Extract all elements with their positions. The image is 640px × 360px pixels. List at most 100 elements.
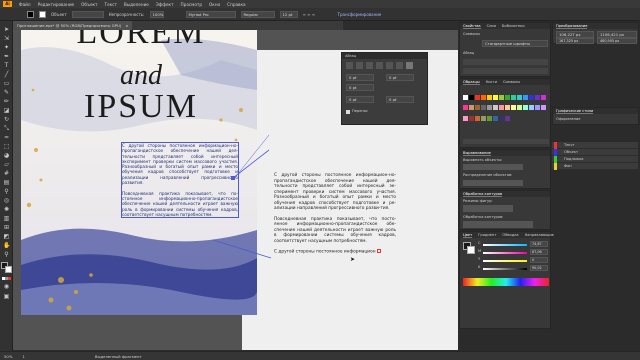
- swatch-chip[interactable]: [523, 95, 528, 100]
- layer-item-underlay[interactable]: Подложка: [552, 156, 638, 163]
- channel-slider[interactable]: [483, 252, 527, 254]
- rectangle-tool-icon[interactable]: ▭: [3, 80, 10, 87]
- transform-link[interactable]: Трансформирование: [338, 12, 382, 17]
- justify-all-icon[interactable]: [406, 62, 413, 69]
- swatch-chip[interactable]: [475, 95, 480, 100]
- align-right-icon[interactable]: [366, 62, 373, 69]
- pen-tool-icon[interactable]: ✒: [3, 53, 10, 60]
- pasteboard-text-block[interactable]: С другой стороны постоянное информацион-…: [274, 173, 396, 255]
- mesh-tool-icon[interactable]: #: [3, 170, 10, 177]
- swatch-chip[interactable]: [463, 105, 468, 111]
- graph-tool-icon[interactable]: ▥: [3, 215, 10, 222]
- symbol-sprayer-tool-icon[interactable]: ✺: [3, 206, 10, 213]
- swatch-chip[interactable]: [505, 105, 510, 111]
- menu-item-file[interactable]: Файл: [19, 2, 31, 7]
- channel-value-field[interactable]: 67,06: [530, 249, 548, 255]
- menu-item-window[interactable]: Окно: [209, 2, 220, 7]
- menu-item-edit[interactable]: Редактирование: [38, 2, 75, 7]
- channel-slider[interactable]: [483, 244, 527, 246]
- stroke-color-box[interactable]: [5, 266, 12, 273]
- swatch-chip[interactable]: [493, 95, 498, 100]
- x-field[interactable]: 106,227 px: [556, 31, 594, 38]
- channel-value-field[interactable]: 0: [530, 257, 548, 263]
- shape-builder-tool-icon[interactable]: ◕: [3, 152, 10, 159]
- shape-mode-buttons[interactable]: [463, 205, 513, 212]
- channel-slider[interactable]: [483, 268, 527, 270]
- font-family-select[interactable]: Myriad Pro: [185, 10, 236, 18]
- slice-tool-icon[interactable]: ◩: [3, 233, 10, 240]
- swatch-chip[interactable]: [529, 95, 534, 100]
- left-indent-field[interactable]: 0 pt: [346, 74, 374, 81]
- swatch-chip[interactable]: [517, 95, 522, 100]
- menu-item-view[interactable]: Просмотр: [181, 2, 203, 7]
- artboard-title-lorem[interactable]: LOREM: [41, 30, 241, 52]
- artboard-number[interactable]: 1: [22, 354, 24, 359]
- color-stroke-box[interactable]: [467, 246, 475, 254]
- align-buttons[interactable]: [463, 164, 523, 170]
- swatch-chip[interactable]: [535, 105, 540, 111]
- layer-item-object[interactable]: Объект: [552, 149, 638, 156]
- pencil-tool-icon[interactable]: ✏: [3, 98, 10, 105]
- direct-selection-tool-icon[interactable]: ⇲: [3, 35, 10, 42]
- align-center-icon[interactable]: [356, 62, 363, 69]
- overflow-indicator-icon[interactable]: [376, 249, 381, 253]
- eyedropper-tool-icon[interactable]: ⚲: [3, 188, 10, 195]
- swatch-chip[interactable]: [481, 115, 486, 121]
- swatch-chip[interactable]: [523, 105, 528, 111]
- font-style-select[interactable]: Regular: [240, 10, 275, 18]
- swatch-footer[interactable]: [463, 139, 549, 144]
- swatch-chip[interactable]: [487, 105, 492, 111]
- channel-slider[interactable]: [483, 260, 527, 262]
- perspective-tool-icon[interactable]: ▱: [3, 161, 10, 168]
- tab-graphic-styles[interactable]: Графические стили: [556, 108, 594, 114]
- swatch-chip[interactable]: [529, 105, 534, 111]
- zoom-tool-icon[interactable]: ⚲: [3, 251, 10, 258]
- cmyk-sliders[interactable]: C 74,67 M 67,06 Y 0 K 90,02: [478, 241, 550, 275]
- first-line-indent-field[interactable]: 0 pt: [346, 84, 374, 91]
- rotate-tool-icon[interactable]: ↻: [3, 116, 10, 123]
- swatch-chip[interactable]: [499, 115, 504, 121]
- text-icon-strip-2[interactable]: [463, 68, 548, 74]
- hand-tool-icon[interactable]: ✋: [3, 242, 10, 249]
- font-size-field[interactable]: 12 pt: [279, 10, 298, 18]
- swatch-chip[interactable]: [541, 95, 546, 100]
- type-tool-icon[interactable]: T: [3, 62, 10, 69]
- swatch-chip[interactable]: [493, 105, 498, 111]
- tab-align[interactable]: Выравнивание: [463, 150, 491, 156]
- swatch-chip[interactable]: [475, 105, 480, 111]
- magic-wand-tool-icon[interactable]: ✦: [3, 44, 10, 51]
- distribute-buttons[interactable]: [463, 180, 523, 186]
- swatch-chip[interactable]: [463, 95, 468, 100]
- tab-color[interactable]: Цвет: [463, 232, 473, 238]
- layer-item-text[interactable]: Текст: [552, 142, 638, 149]
- justify-right-icon[interactable]: [396, 62, 403, 69]
- swatch-chip[interactable]: [487, 95, 492, 100]
- draw-mode-icon[interactable]: ◉: [3, 283, 10, 290]
- right-indent-field[interactable]: 0 pt: [386, 74, 414, 81]
- line-tool-icon[interactable]: ╱: [3, 71, 10, 78]
- swatch-chip[interactable]: [535, 95, 540, 100]
- tab-brushes[interactable]: Кисти: [486, 79, 497, 85]
- tab-stroke[interactable]: Обводка: [502, 232, 518, 238]
- swatch-chip[interactable]: [481, 95, 486, 100]
- eraser-tool-icon[interactable]: ◪: [3, 107, 10, 114]
- artboard-tool-icon[interactable]: ⊞: [3, 224, 10, 231]
- opacity-field[interactable]: 100%: [149, 10, 164, 18]
- gradient-tool-icon[interactable]: ▤: [3, 179, 10, 186]
- swatch-chip[interactable]: [481, 105, 486, 111]
- swatch-chip[interactable]: [505, 95, 510, 100]
- swatch-chip[interactable]: [463, 115, 468, 121]
- scale-tool-icon[interactable]: ⤡: [3, 125, 10, 132]
- tab-properties[interactable]: Свойства: [463, 23, 481, 29]
- swatch-chip[interactable]: [511, 95, 516, 100]
- space-before-field[interactable]: 0 pt: [346, 96, 374, 103]
- swatch-chip[interactable]: [499, 105, 504, 111]
- paragraph-align-buttons[interactable]: [346, 62, 424, 69]
- swatch-chip[interactable]: [541, 105, 546, 111]
- close-icon[interactable]: ×: [125, 23, 128, 28]
- color-mode-icons[interactable]: [2, 277, 11, 280]
- tab-transform[interactable]: Преобразование: [556, 23, 588, 29]
- swatch-chip[interactable]: [517, 105, 522, 111]
- align-icon[interactable]: ≡ ≡ ≡: [303, 12, 333, 17]
- fill-swatch[interactable]: [27, 10, 34, 18]
